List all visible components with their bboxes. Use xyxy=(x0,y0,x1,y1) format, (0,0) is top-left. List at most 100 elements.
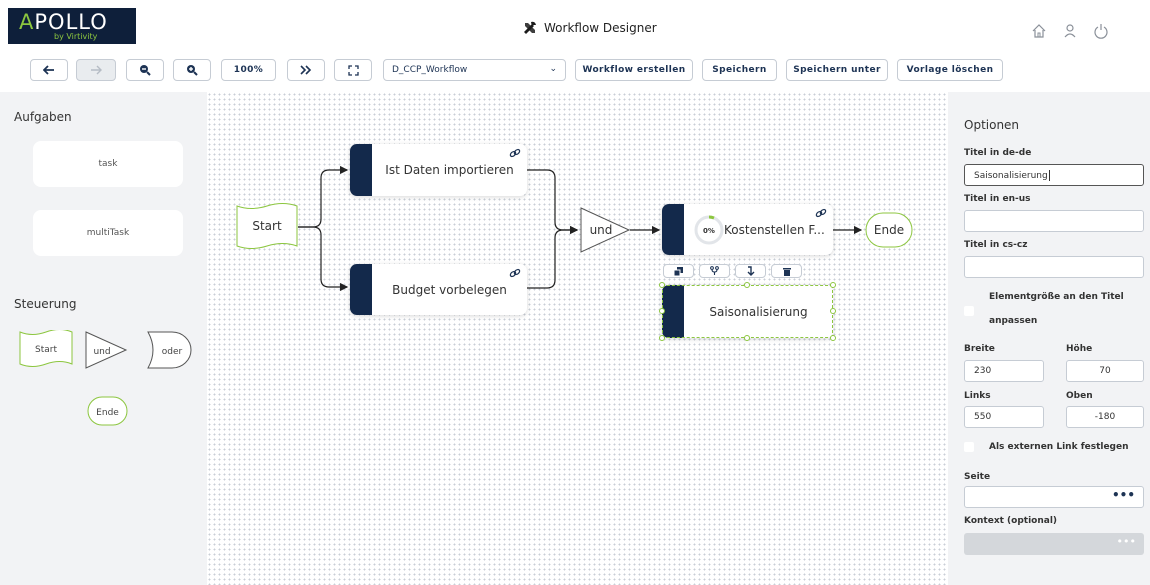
workflow-select-value: D_CCP_Workflow xyxy=(392,65,468,75)
fit-size-label-line1: Elementgröße an den Titel xyxy=(989,292,1124,302)
width-label: Breite xyxy=(964,344,995,354)
height-input[interactable]: 70 xyxy=(1066,360,1144,382)
apollo-logo[interactable]: APOLLO by Virtivity xyxy=(8,8,136,44)
width-input[interactable]: 230 xyxy=(964,360,1044,382)
page-input[interactable]: ••• xyxy=(964,486,1144,508)
connect-down-button[interactable] xyxy=(735,264,766,278)
external-link-checkbox[interactable] xyxy=(964,442,974,452)
logo-text-rest: POLLO xyxy=(34,10,108,34)
branch-icon xyxy=(710,266,719,275)
options-title: Optionen xyxy=(964,118,1020,132)
zoom-out-icon xyxy=(140,65,151,76)
title-de-input[interactable]: Saisonalisierung xyxy=(964,164,1144,186)
palette-start[interactable]: Start xyxy=(18,330,78,368)
logo-subtitle: by Virtivity xyxy=(54,32,98,41)
copy-icon xyxy=(674,266,683,276)
node-start[interactable]: Start xyxy=(235,202,301,252)
branch-node-button[interactable] xyxy=(699,264,730,278)
node-start-label: Start xyxy=(252,219,282,233)
user-icon[interactable] xyxy=(1061,22,1079,40)
chevron-down-icon: ⌄ xyxy=(549,64,557,74)
context-label: Kontext (optional) xyxy=(964,516,1058,526)
node-bar xyxy=(350,264,372,315)
resize-handle[interactable] xyxy=(830,335,836,341)
node-cost-centers[interactable]: 0% Kostenstellen F... xyxy=(662,204,833,255)
fit-size-label-line2: anpassen xyxy=(989,316,1038,326)
double-chevron-right-icon xyxy=(300,65,312,75)
delete-node-button[interactable] xyxy=(771,264,802,278)
back-button[interactable] xyxy=(30,59,68,81)
progress-value: 0% xyxy=(703,227,715,235)
control-heading: Steuerung xyxy=(14,297,77,311)
left-label: Links xyxy=(964,391,991,401)
node-budget-label: Budget vorbelegen xyxy=(392,282,507,297)
title-cs-label: Titel in cs-cz xyxy=(964,240,1028,250)
fit-size-checkbox[interactable] xyxy=(964,306,974,316)
fullscreen-icon xyxy=(347,64,359,76)
palette-end[interactable]: Ende xyxy=(86,395,130,427)
zoom-in-icon xyxy=(187,65,198,76)
resize-handle[interactable] xyxy=(830,308,836,314)
palette-task[interactable]: task xyxy=(33,141,183,187)
left-input[interactable]: 550 xyxy=(964,406,1044,428)
title-en-label: Titel in en-us xyxy=(964,194,1031,204)
zoom-in-button[interactable] xyxy=(173,59,211,81)
external-link-label: Als externen Link festlegen xyxy=(989,442,1129,452)
palette-start-label: Start xyxy=(35,345,57,355)
top-input[interactable]: -180 xyxy=(1066,406,1144,428)
context-more-icon: ••• xyxy=(1116,535,1136,548)
options-panel: Optionen Titel in de-de Saisonalisierung… xyxy=(948,92,1150,585)
power-icon[interactable] xyxy=(1092,22,1110,40)
node-and-gateway[interactable]: und xyxy=(579,206,633,254)
node-and-label: und xyxy=(590,223,613,237)
connectors xyxy=(298,165,863,292)
more-options-icon[interactable]: ••• xyxy=(1112,488,1135,502)
workflow-select[interactable]: D_CCP_Workflow ⌄ xyxy=(383,59,566,81)
link-icon[interactable] xyxy=(509,268,521,278)
palette-multitask[interactable]: multiTask xyxy=(33,210,183,256)
duplicate-node-button[interactable] xyxy=(663,264,694,278)
zoom-out-button[interactable] xyxy=(126,59,164,81)
node-bar xyxy=(350,144,372,196)
header: APOLLO by Virtivity Workflow Designer 10… xyxy=(0,0,1150,92)
save-button[interactable]: Speichern xyxy=(702,59,777,81)
resize-handle[interactable] xyxy=(659,308,665,314)
top-label: Oben xyxy=(1066,391,1093,401)
selection-frame xyxy=(662,285,833,338)
palette-or-label: oder xyxy=(162,347,183,357)
link-icon[interactable] xyxy=(509,148,521,158)
workflow-designer-app: APOLLO by Virtivity Workflow Designer 10… xyxy=(0,0,1150,585)
resize-handle[interactable] xyxy=(744,335,750,341)
node-end[interactable]: Ende xyxy=(864,211,916,249)
node-import-label: Ist Daten importieren xyxy=(385,163,514,177)
resize-handle[interactable] xyxy=(744,282,750,288)
title-en-input[interactable] xyxy=(964,210,1144,232)
palette-end-label: Ende xyxy=(96,408,119,418)
arrow-right-icon xyxy=(91,65,102,75)
node-end-label: Ende xyxy=(874,223,904,237)
resize-handle[interactable] xyxy=(659,335,665,341)
forward-button[interactable] xyxy=(76,59,116,81)
palette-or[interactable]: oder xyxy=(146,330,194,370)
resize-handle[interactable] xyxy=(830,282,836,288)
link-icon[interactable] xyxy=(815,208,827,218)
node-budget-preset[interactable]: Budget vorbelegen xyxy=(350,264,527,315)
title-de-label: Titel in de-de xyxy=(964,148,1032,158)
save-as-button[interactable]: Speichern unter xyxy=(786,59,888,81)
delete-template-button[interactable]: Vorlage löschen xyxy=(897,59,1003,81)
palette-and[interactable]: und xyxy=(84,330,130,370)
expand-button[interactable] xyxy=(287,59,325,81)
home-icon[interactable] xyxy=(1030,22,1048,40)
wrench-ruler-icon xyxy=(524,21,536,34)
title-de-value: Saisonalisierung xyxy=(974,171,1048,181)
title-cs-input[interactable] xyxy=(964,256,1144,278)
workflow-canvas[interactable]: Start Ist Daten importieren Budget vorbe… xyxy=(207,92,948,585)
tasks-heading: Aufgaben xyxy=(14,110,72,124)
create-workflow-button[interactable]: Workflow erstellen xyxy=(575,59,693,81)
fit-screen-button[interactable] xyxy=(334,59,372,81)
resize-handle[interactable] xyxy=(659,282,665,288)
zoom-level-button[interactable]: 100% xyxy=(221,59,276,81)
node-import-actual-data[interactable]: Ist Daten importieren xyxy=(350,144,527,196)
logo-text: APOLLO xyxy=(19,10,108,34)
text-cursor xyxy=(1048,170,1050,181)
